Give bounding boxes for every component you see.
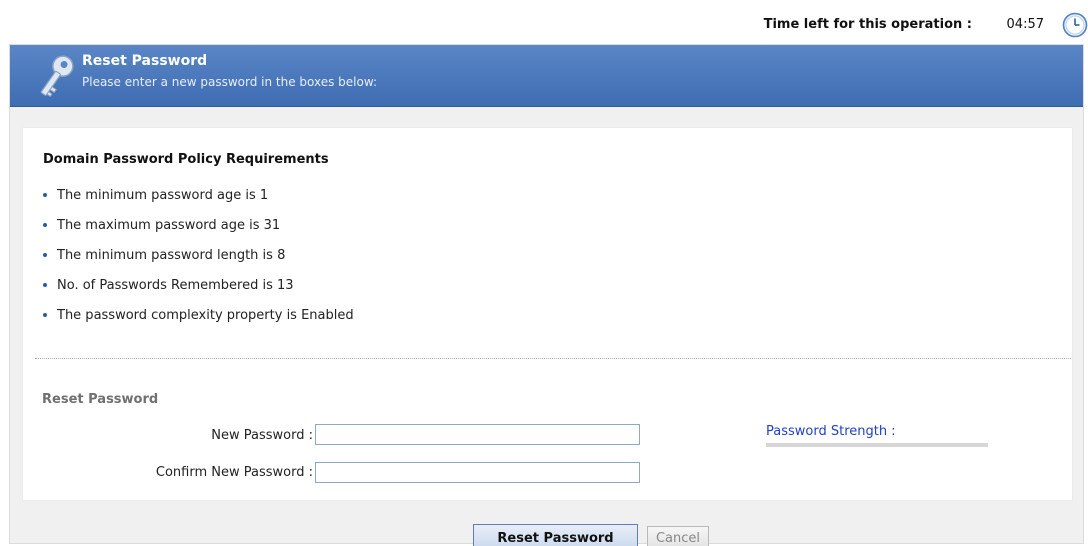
reset-password-panel: Reset Password Please enter a new passwo… bbox=[9, 44, 1084, 546]
reset-section-label: Reset Password bbox=[42, 392, 159, 407]
cancel-button[interactable]: Cancel bbox=[647, 526, 709, 546]
policy-item-text: The password complexity property is Enab… bbox=[57, 307, 354, 323]
bullet-icon bbox=[43, 313, 47, 317]
policy-item-text: The minimum password age is 1 bbox=[57, 187, 269, 203]
page-title: Reset Password bbox=[82, 53, 208, 69]
reset-password-button[interactable]: Reset Password bbox=[473, 524, 638, 546]
policy-item: No. of Passwords Remembered is 13 bbox=[43, 270, 354, 300]
password-strength-label: Password Strength : bbox=[766, 424, 896, 439]
bullet-icon bbox=[43, 253, 47, 257]
policy-item-text: The maximum password age is 31 bbox=[57, 217, 281, 233]
policy-item: The password complexity property is Enab… bbox=[43, 300, 354, 330]
policy-item: The minimum password length is 8 bbox=[43, 240, 354, 270]
timer-label: Time left for this operation : bbox=[763, 17, 972, 32]
policy-title: Domain Password Policy Requirements bbox=[43, 152, 329, 167]
page-subtitle: Please enter a new password in the boxes… bbox=[82, 75, 378, 89]
panel-header: Reset Password Please enter a new passwo… bbox=[10, 45, 1083, 107]
content-card: Domain Password Policy Requirements The … bbox=[22, 127, 1073, 501]
policy-item: The minimum password age is 1 bbox=[43, 180, 354, 210]
new-password-label: New Password : bbox=[211, 428, 313, 443]
policy-item: The maximum password age is 31 bbox=[43, 210, 354, 240]
section-divider bbox=[35, 358, 1071, 359]
policy-item-text: No. of Passwords Remembered is 13 bbox=[57, 277, 294, 293]
password-strength-meter bbox=[766, 443, 988, 447]
new-password-input[interactable] bbox=[315, 424, 640, 445]
confirm-password-label: Confirm New Password : bbox=[155, 465, 313, 480]
confirm-password-input[interactable] bbox=[315, 462, 640, 483]
clock-icon bbox=[1062, 12, 1088, 38]
operation-timer: Time left for this operation : 04:57 bbox=[688, 12, 1088, 38]
policy-list: The minimum password age is 1 The maximu… bbox=[43, 180, 354, 330]
bullet-icon bbox=[43, 193, 47, 197]
key-icon bbox=[30, 50, 82, 102]
bullet-icon bbox=[43, 283, 47, 287]
bullet-icon bbox=[43, 223, 47, 227]
policy-item-text: The minimum password length is 8 bbox=[57, 247, 286, 263]
timer-value: 04:57 bbox=[1006, 17, 1044, 32]
